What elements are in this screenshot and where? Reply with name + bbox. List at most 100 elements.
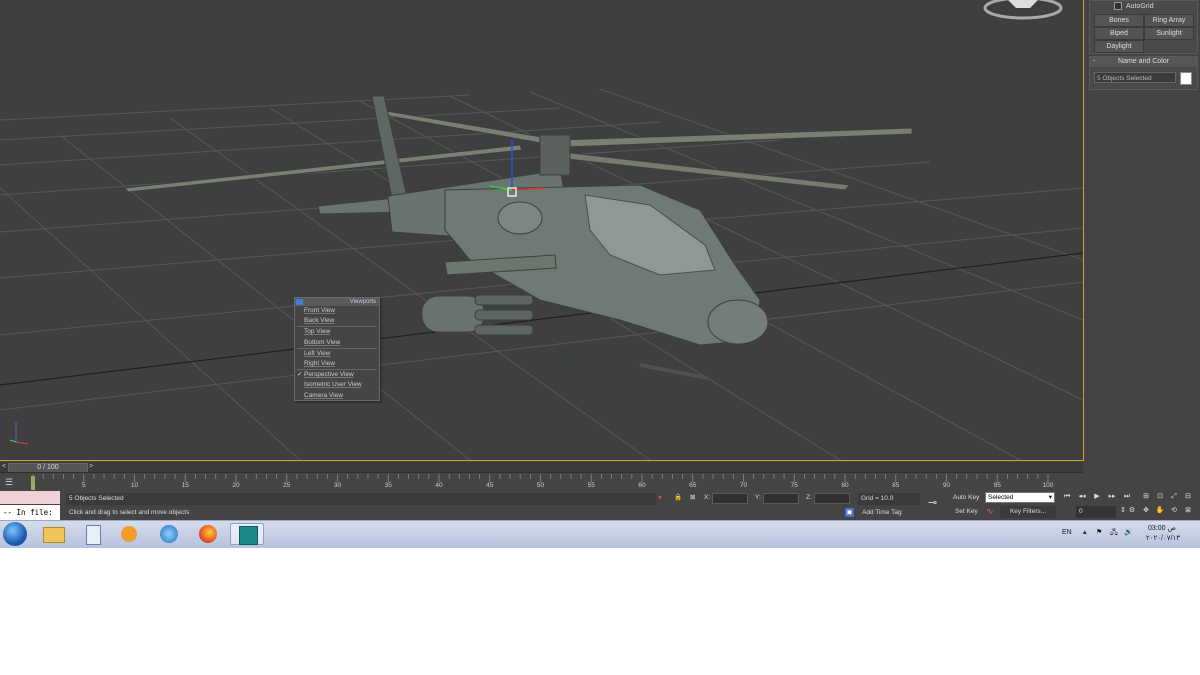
taskbar-explorer[interactable] [36,523,70,545]
volume-icon[interactable]: 🔊 [1124,528,1133,536]
tick-label: 60 [638,482,646,489]
menu-item-top-view[interactable]: Top View [295,327,379,337]
taskbar-notepad[interactable] [76,523,110,545]
maxscript-listener-mini[interactable] [0,491,60,504]
menu-item-right-view[interactable]: Right View [295,359,379,369]
z-coord-label: Z: [806,494,812,501]
track-bar[interactable]: ☰ 5 10 15 20 25 30 35 40 45 50 55 60 65 70 75 80 85 90 95 1… [0,472,1083,492]
tick-label: 20 [232,482,240,489]
command-panel: AutoGrid Bones Ring Array Biped Sunlight… [1086,0,1200,460]
maxscript-prompt[interactable]: -- In file: [0,505,60,520]
autogrid-checkbox[interactable]: AutoGrid [1114,2,1154,11]
folder-icon [43,527,65,543]
menu-item-left-view[interactable]: Left View [295,349,379,359]
pin-icon[interactable]: ● [658,493,662,503]
tick-label: 100 [1042,482,1054,489]
add-time-tag-label[interactable]: Add Time Tag [862,508,902,518]
sunlight-button[interactable]: Sunlight [1144,27,1194,40]
taskbar-3dsmax[interactable] [230,523,264,545]
tick-label: 70 [739,482,748,489]
checkbox-icon [1114,2,1122,11]
tick-label: 55 [587,482,595,489]
bones-button[interactable]: Bones [1094,14,1144,27]
name-and-color-rollout: - Name and Color 5 Objects Selected [1089,56,1198,90]
key-filters-button[interactable]: Key Filters... [1000,506,1056,518]
goto-start-icon[interactable]: ⏮ [1062,492,1072,502]
daylight-button[interactable]: Daylight [1094,40,1144,53]
taskbar-internet-explorer[interactable] [152,523,186,545]
pan-icon[interactable]: ✥ [1141,506,1151,516]
taskbar-firefox[interactable] [191,523,225,545]
zoom-extents-icon[interactable]: ⊞ [1141,492,1151,502]
zoom-region-icon[interactable]: ⊟ [1183,492,1193,502]
field-of-view-icon[interactable]: ⤢ [1169,492,1179,502]
language-indicator[interactable]: EN [1062,529,1072,536]
time-tag-icon[interactable]: ▣ [845,508,854,517]
play-icon[interactable]: ▶ [1092,492,1102,502]
checkmark-icon: ✓ [297,371,303,379]
ring-array-button[interactable]: Ring Array [1144,14,1194,27]
tick-label: 10 [130,482,139,489]
time-config-icon[interactable]: ⚙ [1127,506,1137,516]
prev-key-icon[interactable]: ◂◂ [1077,492,1087,502]
menu-square-icon [296,299,303,305]
key-icon[interactable]: ⊸ [928,498,937,509]
tick-label: 5 [81,482,86,489]
helicopter-model [124,95,913,380]
menu-item-bottom-view[interactable]: Bottom View [295,338,379,348]
tick-label: 65 [689,482,697,489]
orbit-icon[interactable]: ⟲ [1169,506,1179,516]
tick-label: 40 [435,482,443,489]
3dsmax-window: Viewports Front View Back View Top View … [0,0,1200,520]
absolute-mode-icon[interactable]: ⊠ [690,493,695,503]
tray-chevron-icon[interactable]: ▴ [1083,528,1087,536]
menu-item-back-view[interactable]: Back View [295,316,379,326]
hand-icon[interactable]: ✋ [1155,506,1165,516]
menu-item-camera-view[interactable]: Camera View [295,391,379,401]
next-frame-arrow[interactable]: > [89,462,93,472]
3dsmax-icon [239,526,258,545]
perspective-viewport[interactable]: Viewports Front View Back View Top View … [0,0,1084,461]
network-icon[interactable]: 🖧 [1110,528,1118,539]
curve-icon[interactable]: ∿ [986,506,994,516]
z-coord-input[interactable] [814,493,850,504]
x-coord-label: X: [704,494,711,501]
selection-count: 5 Objects Selected [66,493,656,505]
grid-size: Grid = 10.0 [858,493,920,505]
action-center-flag-icon[interactable]: ⚑ [1096,528,1102,536]
tick-label: 35 [384,482,392,489]
prev-frame-arrow[interactable]: < [2,462,6,472]
name-and-color-header[interactable]: - Name and Color [1090,57,1197,67]
lock-icon[interactable]: 🔒 [674,493,682,503]
maximize-viewport-icon[interactable]: ⊠ [1183,506,1193,516]
clock-time[interactable]: 03:00 ص [1148,524,1176,532]
set-key-button[interactable]: Set Key [955,507,978,517]
menu-item-front-view[interactable]: Front View [295,306,379,316]
auto-key-button[interactable]: Auto Key [953,493,979,503]
goto-end-icon[interactable]: ⏭ [1122,492,1132,502]
tick-label: 30 [333,482,342,489]
object-color-swatch[interactable] [1180,72,1192,85]
key-mode-select[interactable]: Selected ▾ [985,492,1055,503]
menu-item-perspective-view[interactable]: ✓ Perspective View [295,370,379,380]
menu-item-isometric-user-view[interactable]: Isometric User View [295,380,379,390]
chevron-down-icon: ▾ [1048,494,1052,501]
clock-date[interactable]: ۲۰۲۰/۰۷/۱۳ [1146,534,1180,542]
zoom-all-icon[interactable]: ⊡ [1155,492,1165,502]
biped-button[interactable]: Biped [1094,27,1144,40]
tick-label: 45 [486,482,494,489]
next-key-icon[interactable]: ▸▸ [1107,492,1117,502]
viewports-quad-menu: Viewports Front View Back View Top View … [294,297,380,401]
object-name-field[interactable]: 5 Objects Selected [1094,72,1176,83]
time-slider[interactable]: < 0 / 100 > [0,462,1083,473]
x-coord-input[interactable] [712,493,748,504]
start-button-icon[interactable] [3,522,27,546]
tick-label: 90 [942,482,951,489]
quad-menu-title: Viewports [295,298,379,306]
y-coord-input[interactable] [763,493,799,504]
taskbar-media-player[interactable] [112,523,146,545]
tick-label: 15 [181,482,189,489]
object-type-rollout: AutoGrid Bones Ring Array Biped Sunlight… [1089,0,1198,54]
viewcube-icon [983,0,1063,20]
current-frame-input[interactable]: 0 [1076,506,1116,518]
